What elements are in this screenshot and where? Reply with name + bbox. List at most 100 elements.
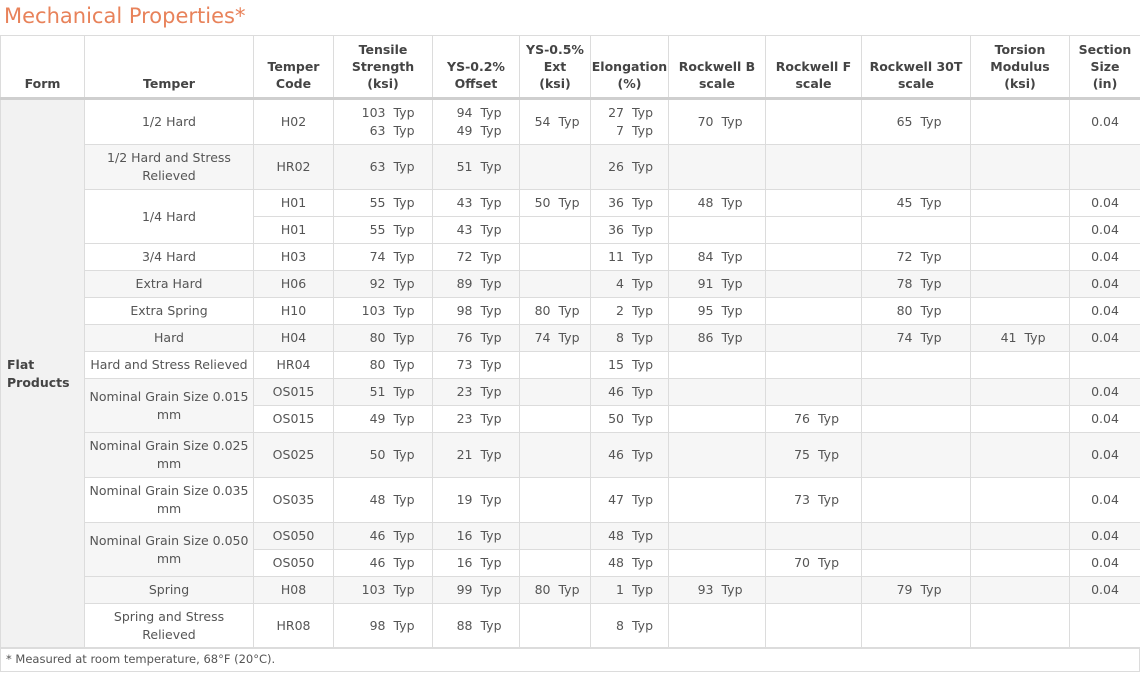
ys-05-ext-cell xyxy=(519,432,591,478)
ys-05-ext-cell: 80 Typ xyxy=(519,297,591,325)
typ-label: Typ xyxy=(480,105,502,120)
tensile-cell: 80 Typ xyxy=(333,351,433,379)
ys-02-offset-number: 23 xyxy=(456,384,473,399)
rockwell-30t-cell xyxy=(861,522,971,550)
rockwell-f-cell xyxy=(765,270,862,298)
typ-label: Typ xyxy=(558,303,580,318)
elongation-cell: 50 Typ xyxy=(590,405,669,433)
elongation-cell: 26 Typ xyxy=(590,144,669,190)
elongation-cell: 27 Typ 7 Typ xyxy=(590,98,669,145)
table-row: Extra Hard H06 92 Typ 89 Typ 4 Typ 91 Typ 78 Typ 0.0… xyxy=(1,270,1140,298)
ys-05-ext-cell xyxy=(519,522,591,550)
rockwell-30t-number: 72 xyxy=(896,249,913,264)
header-section-size: Section Size (in) xyxy=(1069,35,1140,100)
temper-label: Nominal Grain Size 0.015 xyxy=(89,388,249,404)
rockwell-b-cell xyxy=(668,378,766,406)
elongation-cell: 15 Typ xyxy=(590,351,669,379)
tensile-cell: 103 Typ 63 Typ xyxy=(333,98,433,145)
rockwell-b-number: 95 xyxy=(697,303,714,318)
elongation-number: 4 xyxy=(616,276,624,291)
table-row: 1/4 Hard H01 55 Typ 43 Typ 50 Typ 36 Typ 48 Typ 45 Ty… xyxy=(1,189,1140,244)
temper-code-cell: OS050 xyxy=(253,549,334,577)
ys-05-ext-value: 50 Typ xyxy=(520,194,590,212)
typ-label: Typ xyxy=(631,123,654,138)
table-row: Nominal Grain Size 0.050 mm OS050 46 Typ 16 Ty… xyxy=(1,522,1140,577)
torsion-modulus-number: 41 xyxy=(1000,330,1017,345)
header-elongation: Elongation (%) xyxy=(590,35,669,100)
ys-05-ext-cell xyxy=(519,549,591,577)
rockwell-f-number: 73 xyxy=(794,492,810,507)
typ-label: Typ xyxy=(480,249,502,264)
rockwell-30t-value: 79 Typ xyxy=(862,581,970,599)
rockwell-b-cell xyxy=(668,603,766,649)
tensile-number: 63 xyxy=(369,123,386,138)
typ-label: Typ xyxy=(631,249,654,264)
rockwell-f-number: 75 xyxy=(794,447,810,462)
tensile-number: 98 xyxy=(369,618,386,633)
typ-label: Typ xyxy=(480,492,502,507)
section-size-cell: 0.04 xyxy=(1069,243,1140,271)
temper-label: mm xyxy=(156,501,182,516)
typ-label: Typ xyxy=(480,447,502,462)
elongation-cell: 47 Typ xyxy=(590,477,669,523)
elongation-value: 50 Typ xyxy=(591,410,668,428)
tensile-value: 98 Typ xyxy=(334,617,432,635)
elongation-cell: 11 Typ xyxy=(590,243,669,271)
typ-label: Typ xyxy=(393,384,415,399)
elongation-number: 8 xyxy=(616,618,624,633)
tensile-cell: 63 Typ xyxy=(333,144,433,190)
table-row: Hard H04 80 Typ 76 Typ 74 Typ 8 Typ 86 Typ 74 Typ 41 Ty… xyxy=(1,324,1140,352)
ys-02-offset-cell: 21 Typ xyxy=(432,432,520,478)
tensile-cell: 92 Typ xyxy=(333,270,433,298)
torsion-modulus-cell xyxy=(970,522,1070,550)
elongation-number: 26 xyxy=(608,159,624,174)
tensile-value: 50 Typ xyxy=(334,446,432,464)
rockwell-b-cell xyxy=(668,432,766,478)
header-rockwell-b: Rockwell Bscale xyxy=(668,35,766,100)
rockwell-b-value: 70 Typ xyxy=(669,113,765,131)
torsion-modulus-cell xyxy=(970,549,1070,577)
temper-code-cell: OS015 xyxy=(253,378,334,406)
typ-label: Typ xyxy=(393,555,415,570)
temper-label: 1/2 Hard xyxy=(141,114,196,129)
section-size-cell: 0.04 xyxy=(1069,189,1140,217)
rockwell-b-number: 86 xyxy=(697,330,714,345)
temper-label: Nominal Grain Size 0.025 xyxy=(89,438,249,453)
typ-label: Typ xyxy=(920,582,942,597)
elongation-value: 46 Typ xyxy=(591,446,668,464)
rockwell-30t-cell xyxy=(861,477,971,523)
ys-02-offset-cell: 76 Typ xyxy=(432,324,520,352)
torsion-modulus-cell xyxy=(970,216,1070,244)
temper-label: Spring and Stress xyxy=(113,609,225,624)
ys-02-offset-value: 16 Typ xyxy=(433,554,519,572)
elongation-value: 27 Typ xyxy=(591,104,668,122)
rockwell-30t-value: 74 Typ xyxy=(862,329,970,347)
header-tensile-strength: Tensile Strength (ksi) xyxy=(333,35,433,100)
tensile-number: 46 xyxy=(369,528,386,543)
typ-label: Typ xyxy=(631,447,654,462)
form-label: Flat xyxy=(7,357,35,372)
ys-02-offset-value: 51 Typ xyxy=(433,158,519,176)
elongation-number: 36 xyxy=(608,195,624,210)
tensile-value: 51 Typ xyxy=(334,383,432,401)
typ-label: Typ xyxy=(920,330,942,345)
ys-05-ext-value: 80 Typ xyxy=(520,302,590,320)
ys-02-offset-number: 43 xyxy=(456,222,473,237)
rockwell-f-cell xyxy=(765,243,862,271)
temper-label: 1/2 Hard and Stress xyxy=(107,150,231,165)
typ-label: Typ xyxy=(480,528,502,543)
torsion-modulus-cell xyxy=(970,189,1070,217)
footnote: * Measured at room temperature, 68°F (20… xyxy=(0,647,1140,672)
ys-02-offset-number: 21 xyxy=(456,447,473,462)
table-row: 1/2 Hard and Stress Relieved HR02 63 Typ 51 Ty… xyxy=(1,144,1140,190)
elongation-cell: 4 Typ xyxy=(590,270,669,298)
typ-label: Typ xyxy=(393,195,415,210)
rockwell-f-value: 75 Typ xyxy=(766,446,861,464)
ys-05-ext-number: 50 xyxy=(534,195,551,210)
rockwell-b-cell: 91 Typ xyxy=(668,270,766,298)
table-row: Flat Products 1/2 Hard H02 103 Typ 63 Typ 94 Typ 4… xyxy=(0,98,1140,649)
rockwell-b-cell: 95 Typ xyxy=(668,297,766,325)
temper-cell: Spring and Stress Relieved xyxy=(84,603,254,649)
torsion-modulus-cell xyxy=(970,351,1070,379)
elongation-value: 46 Typ xyxy=(591,383,668,401)
